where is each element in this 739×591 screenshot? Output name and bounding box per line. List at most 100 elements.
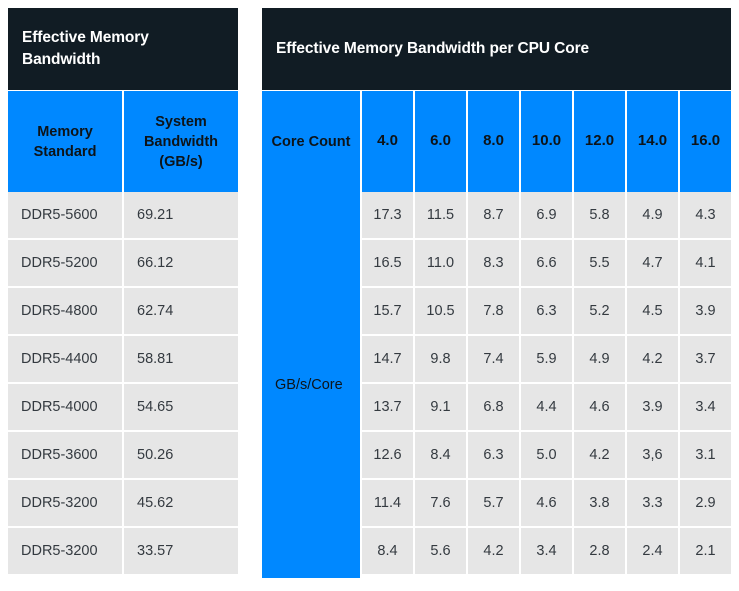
table-row[interactable]: DDR5-5200 66.12: [8, 240, 238, 286]
cell-bandwidth-per-core: 6.3: [521, 288, 572, 334]
dual-table-container: Effective Memory Bandwidth Memory Standa…: [8, 8, 731, 578]
cell-bandwidth-per-core: 4.5: [627, 288, 678, 334]
cell-bandwidth-per-core: 4.6: [521, 480, 572, 526]
cell-bandwidth-per-core: 2.9: [680, 480, 731, 526]
right-table-body: GB/s/Core 17.3 11.5 8.7 6.9 5.8 4.9 4.3 16.5 11.…: [262, 192, 731, 578]
cell-bandwidth-per-core: 4.2: [468, 528, 519, 574]
cell-bandwidth-per-core: 17.3: [362, 192, 413, 238]
cell-bandwidth-per-core: 3.7: [680, 336, 731, 382]
cell-bandwidth-per-core: 6.9: [521, 192, 572, 238]
cell-bandwidth-per-core: 8.7: [468, 192, 519, 238]
cell-bandwidth-per-core: 16.5: [362, 240, 413, 286]
cell-bandwidth-per-core: 2.4: [627, 528, 678, 574]
column-header-core-0[interactable]: 4.0: [362, 91, 413, 192]
cell-system-bandwidth: 69.21: [124, 192, 238, 238]
table-row[interactable]: DDR5-5600 69.21: [8, 192, 238, 238]
table-row[interactable]: DDR5-4000 54.65: [8, 384, 238, 430]
cell-bandwidth-per-core: 5.8: [574, 192, 625, 238]
cell-bandwidth-per-core: 3.8: [574, 480, 625, 526]
effective-memory-bandwidth-per-core-table: Effective Memory Bandwidth per CPU Core …: [262, 8, 731, 578]
cell-bandwidth-per-core: 6.8: [468, 384, 519, 430]
column-header-memory-standard[interactable]: Memory Standard: [8, 91, 122, 192]
column-header-core-4[interactable]: 12.0: [574, 91, 625, 192]
cell-bandwidth-per-core: 5.7: [468, 480, 519, 526]
cell-bandwidth-per-core: 4.2: [574, 432, 625, 478]
cell-bandwidth-per-core: 5.9: [521, 336, 572, 382]
cell-bandwidth-per-core: 4.2: [627, 336, 678, 382]
cell-bandwidth-per-core: 13.7: [362, 384, 413, 430]
cell-bandwidth-per-core: 3.9: [627, 384, 678, 430]
right-table-header-row: Core Count 4.0 6.0 8.0 10.0 12.0 14.0 16.0: [262, 90, 731, 192]
cell-bandwidth-per-core: 4.7: [627, 240, 678, 286]
cell-system-bandwidth: 58.81: [124, 336, 238, 382]
cell-system-bandwidth: 54.65: [124, 384, 238, 430]
cell-bandwidth-per-core: 7.8: [468, 288, 519, 334]
table-separator-gap: [238, 8, 262, 578]
cell-bandwidth-per-core: 5.5: [574, 240, 625, 286]
cell-bandwidth-per-core: 4.3: [680, 192, 731, 238]
table-row[interactable]: DDR5-3200 33.57: [8, 528, 238, 574]
table-row[interactable]: 16.5 11.0 8.3 6.6 5.5 4.7 4.1: [362, 240, 731, 286]
column-header-core-6[interactable]: 16.0: [680, 91, 731, 192]
cell-memory-standard: DDR5-3200: [8, 480, 122, 526]
right-table-title: Effective Memory Bandwidth per CPU Core: [262, 8, 731, 90]
column-header-core-5[interactable]: 14.0: [627, 91, 678, 192]
cell-bandwidth-per-core: 3.4: [680, 384, 731, 430]
cell-memory-standard: DDR5-4800: [8, 288, 122, 334]
cell-bandwidth-per-core: 4.9: [627, 192, 678, 238]
table-row[interactable]: 13.7 9.1 6.8 4.4 4.6 3.9 3.4: [362, 384, 731, 430]
left-table-header-row: Memory Standard System Bandwidth (GB/s): [8, 90, 238, 192]
cell-bandwidth-per-core: 8.3: [468, 240, 519, 286]
table-row[interactable]: 15.7 10.5 7.8 6.3 5.2 4.5 3.9: [362, 288, 731, 334]
cell-bandwidth-per-core: 14.7: [362, 336, 413, 382]
cell-bandwidth-per-core: 6.3: [468, 432, 519, 478]
cell-system-bandwidth: 33.57: [124, 528, 238, 574]
cell-bandwidth-per-core: 3,6: [627, 432, 678, 478]
table-row[interactable]: 14.7 9.8 7.4 5.9 4.9 4.2 3.7: [362, 336, 731, 382]
column-header-core-3[interactable]: 10.0: [521, 91, 572, 192]
cell-bandwidth-per-core: 9.8: [415, 336, 466, 382]
table-row[interactable]: DDR5-4800 62.74: [8, 288, 238, 334]
cell-memory-standard: DDR5-4400: [8, 336, 122, 382]
cell-memory-standard: DDR5-5200: [8, 240, 122, 286]
cell-bandwidth-per-core: 4.9: [574, 336, 625, 382]
column-header-system-bandwidth[interactable]: System Bandwidth (GB/s): [124, 91, 238, 192]
table-row[interactable]: 11.4 7.6 5.7 4.6 3.8 3.3 2.9: [362, 480, 731, 526]
cell-memory-standard: DDR5-5600: [8, 192, 122, 238]
left-table-body: DDR5-5600 69.21 DDR5-5200 66.12 DDR5-4800 62.…: [8, 192, 238, 578]
left-table-title: Effective Memory Bandwidth: [8, 8, 238, 90]
cell-bandwidth-per-core: 2.8: [574, 528, 625, 574]
cell-bandwidth-per-core: 3.3: [627, 480, 678, 526]
table-row[interactable]: 17.3 11.5 8.7 6.9 5.8 4.9 4.3: [362, 192, 731, 238]
cell-memory-standard: DDR5-3200: [8, 528, 122, 574]
cell-bandwidth-per-core: 11.5: [415, 192, 466, 238]
cell-system-bandwidth: 45.62: [124, 480, 238, 526]
cell-bandwidth-per-core: 8.4: [415, 432, 466, 478]
cell-system-bandwidth: 62.74: [124, 288, 238, 334]
cell-bandwidth-per-core: 3.1: [680, 432, 731, 478]
table-row[interactable]: 8.4 5.6 4.2 3.4 2.8 2.4 2.1: [362, 528, 731, 574]
unit-label-cell: GB/s/Core: [262, 192, 360, 578]
cell-bandwidth-per-core: 11.0: [415, 240, 466, 286]
cell-bandwidth-per-core: 5.0: [521, 432, 572, 478]
column-header-core-1[interactable]: 6.0: [415, 91, 466, 192]
cell-bandwidth-per-core: 5.2: [574, 288, 625, 334]
cell-system-bandwidth: 66.12: [124, 240, 238, 286]
table-row[interactable]: DDR5-3600 50.26: [8, 432, 238, 478]
cell-bandwidth-per-core: 4.6: [574, 384, 625, 430]
table-row[interactable]: DDR5-3200 45.62: [8, 480, 238, 526]
table-row[interactable]: DDR5-4400 58.81: [8, 336, 238, 382]
column-header-core-count[interactable]: Core Count: [262, 91, 360, 192]
cell-bandwidth-per-core: 3.4: [521, 528, 572, 574]
effective-memory-bandwidth-table: Effective Memory Bandwidth Memory Standa…: [8, 8, 238, 578]
cell-bandwidth-per-core: 4.4: [521, 384, 572, 430]
cell-memory-standard: DDR5-4000: [8, 384, 122, 430]
cell-bandwidth-per-core: 11.4: [362, 480, 413, 526]
cell-bandwidth-per-core: 2.1: [680, 528, 731, 574]
cell-bandwidth-per-core: 4.1: [680, 240, 731, 286]
cell-bandwidth-per-core: 6.6: [521, 240, 572, 286]
table-row[interactable]: 12.6 8.4 6.3 5.0 4.2 3,6 3.1: [362, 432, 731, 478]
cell-bandwidth-per-core: 5.6: [415, 528, 466, 574]
column-header-core-2[interactable]: 8.0: [468, 91, 519, 192]
cell-bandwidth-per-core: 10.5: [415, 288, 466, 334]
